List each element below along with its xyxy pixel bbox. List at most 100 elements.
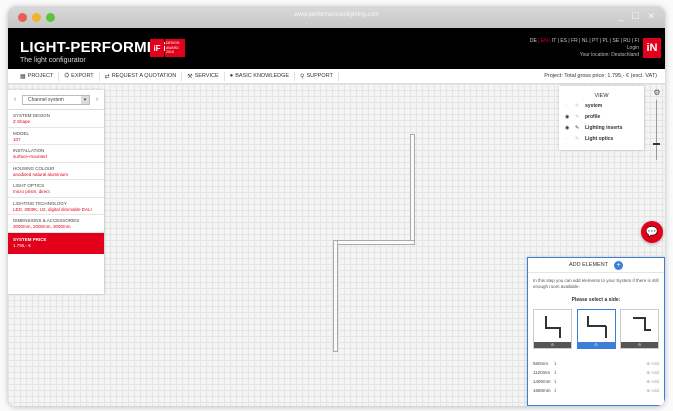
view-row-profile: ◉ ✎ profile [565,113,601,120]
add-length-button[interactable]: ⊕ Add [646,361,659,367]
language-selector: DE | EN | IT | ES | FR | NL | PT | PL | … [530,38,639,59]
length-item[interactable]: 560mm ⇂ ⊕ Add [528,359,664,368]
menu-project[interactable]: ▦ PROJECT [15,71,60,81]
edit-icon[interactable]: ✎ [575,103,585,109]
if-award-badge: iF DESIGN AWARD 2018 [150,39,185,57]
prev-arrow-icon[interactable]: ‹ [11,96,19,103]
service-icon: ⚒ [187,73,193,80]
side-option-left[interactable]: ⊙ [533,309,572,349]
login-link[interactable]: Login [530,45,639,52]
config-row-light-optics[interactable]: LIGHT OPTICS micro prism, direct [8,180,104,198]
side-option-bar: ⊙ [577,342,615,348]
zoom-track[interactable] [656,100,657,160]
main-menu: ▦ PROJECT ⛭ EXPORT ⇄ REQUEST A QUOTATION ⚒ S… [8,69,665,84]
window-controls-right: _ ☐ ✕ [618,11,655,22]
add-icon[interactable]: + [614,260,624,270]
url-text: www.performanceinlighting.com [294,12,379,18]
view-title: VIEW [594,93,609,99]
menu-support[interactable]: ⚲ SUPPORT [295,71,339,81]
window-controls [18,12,55,22]
dimension-icon: ⇂ [553,360,558,367]
view-panel: VIEW ◦ ✎ system ◉ ✎ profile ◉ ✎ Lighting… [559,86,644,150]
add-length-button[interactable]: ⊕ Add [646,379,659,385]
knowledge-icon: ● [229,73,234,79]
in-logo: iN [643,38,661,58]
next-arrow-icon[interactable]: › [93,96,101,103]
view-row-light-optics: ◦ ✎ Light optics [565,135,614,142]
track-segment-bottom[interactable] [333,240,338,352]
zoom-thumb[interactable] [653,143,660,145]
chat-button[interactable]: 💬 [641,221,663,243]
configuration-sidebar: ‹ Channel system ▾ › SYSTEM DESIGN Z Sha… [8,90,104,294]
edit-icon[interactable]: ✎ [575,125,585,131]
menu-export[interactable]: ⛭ EXPORT [59,71,100,81]
side-option-bar: ⊙ [534,342,571,348]
view-row-lighting-inserts: ◉ ✎ Lighting inserts [565,124,623,131]
side-option-middle[interactable]: ⊙ [576,309,616,349]
left-side-shape-icon [545,316,561,338]
config-row-housing-colour[interactable]: HOUSING COLOUR anodised natural aluminiu… [8,163,104,180]
zoom-slider[interactable]: ⚙ [650,88,664,168]
maximize-dot-icon[interactable] [46,12,55,22]
visibility-icon[interactable]: ◉ [565,125,575,131]
chevron-down-icon: ▾ [81,95,89,104]
config-row-dimensions[interactable]: DIMENSIONS & ACCESSORIES 3000mm, 2000mm,… [8,215,104,233]
settings-icon[interactable]: ⚙ [650,88,664,97]
menu-basic-knowledge[interactable]: ● BASIC KNOWLEDGE [225,71,296,81]
visibility-icon[interactable]: ◉ [565,114,575,120]
add-length-button[interactable]: ⊕ Add [646,370,659,376]
chat-icon: 💬 [645,226,659,238]
edit-icon[interactable]: ✎ [575,114,585,120]
add-element-header: ADD ELEMENT + [528,258,664,273]
minimize-icon[interactable]: _ [618,11,623,22]
if-award-text: DESIGN AWARD 2018 [165,39,185,57]
project-price: Project: Total gross price: 1.795,- € (e… [544,73,657,79]
dimension-icon: ⇂ [553,369,558,376]
project-icon: ▦ [20,73,26,80]
location-text[interactable]: Your location: Deutschland [530,52,639,59]
maximize-icon[interactable]: ☐ [631,11,639,22]
config-row-lighting-technology[interactable]: LIGHTING TECHNOLOGY LED, 3000K, U2, digi… [8,198,104,215]
add-length-button[interactable]: ⊕ Add [646,388,659,394]
right-side-shape-icon [633,317,651,331]
select-side-label: Please select a side: [571,297,621,303]
middle-side-shape-icon [586,316,607,338]
menu-request-quotation[interactable]: ⇄ REQUEST A QUOTATION [100,71,183,81]
minimize-dot-icon[interactable] [32,12,41,22]
language-list[interactable]: DE | EN | IT | ES | FR | NL | PT | PL | … [530,38,639,45]
config-row-installation[interactable]: INSTALLATION surface-mounted [8,145,104,163]
dimension-icon: ⇂ [553,387,558,394]
edit-icon[interactable]: ✎ [575,136,585,142]
add-element-info: In this step you can add elements to you… [533,278,659,289]
close-icon[interactable]: ✕ [647,11,655,22]
length-item[interactable]: 1680mm ⇂ ⊕ Add [528,386,664,395]
side-option-bar: ⊙ [621,342,658,348]
config-row-system-design[interactable]: SYSTEM DESIGN Z Shape [8,110,104,128]
visibility-icon[interactable]: ◦ [565,103,575,109]
system-type-select[interactable]: Channel system ▾ [22,94,90,105]
menu-service[interactable]: ⚒ SERVICE [182,71,225,81]
side-option-right[interactable]: ⊙ [620,309,659,349]
support-icon: ⚲ [300,73,305,80]
view-row-system: ◦ ✎ system [565,102,603,109]
length-item[interactable]: 1400mm ⇂ ⊕ Add [528,377,664,386]
system-price[interactable]: SYSTEM PRICE 1.795,- € [8,232,104,254]
length-item[interactable]: 1120mm ⇂ ⊕ Add [528,368,664,377]
config-row-model[interactable]: MODEL 107 [8,128,104,145]
app-header: LIGHT-PERFORMER® The light configurator … [8,28,665,69]
dimension-icon: ⇂ [553,378,558,385]
track-segment-top[interactable] [410,134,415,242]
length-list: 560mm ⇂ ⊕ Add 1120mm ⇂ ⊕ Add 1400mm ⇂ ⊕ … [528,359,664,395]
app-window: www.performanceinlighting.com _ ☐ ✕ LIGH… [8,6,665,406]
system-selector-bar: ‹ Channel system ▾ › [8,90,104,110]
quotation-icon: ⇄ [104,73,110,80]
browser-titlebar: www.performanceinlighting.com _ ☐ ✕ [8,6,665,28]
brand-subtitle: The light configurator [20,57,86,64]
close-dot-icon[interactable] [18,12,27,22]
add-element-panel: ADD ELEMENT + In this step you can add e… [527,257,665,406]
track-segment-middle[interactable] [333,240,415,245]
side-options: ⊙ ⊙ ⊙ [528,309,664,349]
add-element-title: ADD ELEMENT [568,262,609,268]
export-icon: ⛭ [64,72,70,79]
visibility-icon[interactable]: ◦ [565,136,575,142]
